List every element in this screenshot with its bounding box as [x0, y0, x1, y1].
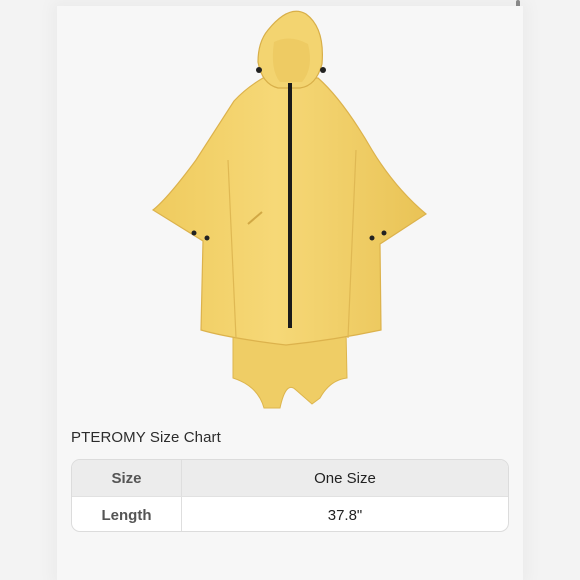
table-row: Length 37.8": [72, 497, 508, 531]
size-chart-title: PTEROMY Size Chart: [71, 429, 221, 446]
yellow-poncho-image: [151, 10, 428, 409]
table-row: Size One Size: [72, 460, 508, 497]
size-label: Size: [72, 460, 182, 496]
length-label: Length: [72, 497, 182, 531]
length-value: 37.8": [327, 506, 363, 524]
size-value: One Size: [314, 469, 376, 487]
size-table: Size One Size Length 37.8": [71, 459, 509, 532]
